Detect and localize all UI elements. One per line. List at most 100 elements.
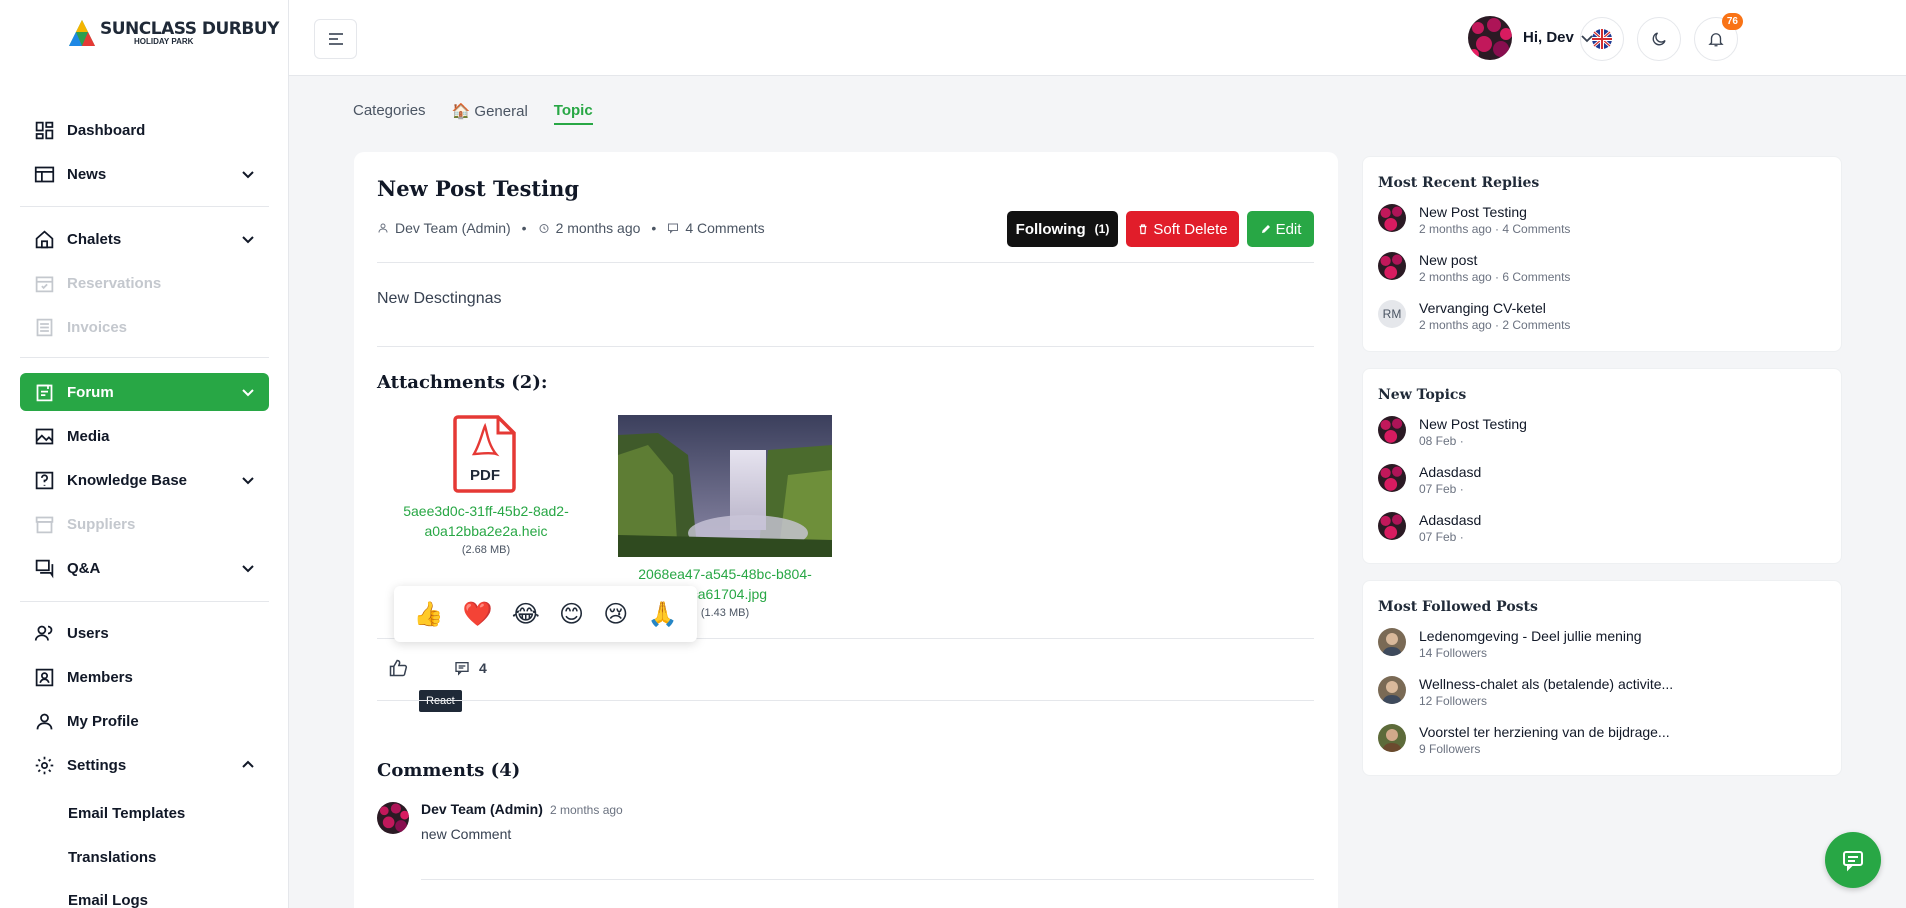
post-comments-count[interactable]: 4 Comments <box>685 220 764 236</box>
user-greeting[interactable]: Hi, Dev <box>1523 29 1574 46</box>
sidebar-item-label: Users <box>67 624 109 642</box>
pdf-file-icon[interactable]: PDF <box>452 414 518 494</box>
sidebar-item-label: Chalets <box>67 230 122 248</box>
list-item-subtitle: 2 months ago · 4 Comments <box>1419 222 1571 236</box>
sidebar-divider <box>20 357 269 358</box>
sidebar-item-knowledge-base[interactable]: Knowledge Base <box>20 461 269 499</box>
list-item-subtitle: 07 Feb · <box>1419 530 1464 544</box>
sidebar-item-media[interactable]: Media <box>20 417 269 455</box>
comment-time: 2 months ago <box>550 803 623 817</box>
edit-button[interactable]: Edit <box>1247 211 1314 247</box>
list-item-subtitle: 14 Followers <box>1419 646 1488 660</box>
chevron-up-icon <box>241 758 255 772</box>
notifications-button[interactable]: 76 <box>1694 13 1743 61</box>
sidebar-item-settings[interactable]: Settings <box>20 746 269 784</box>
list-item[interactable]: Voorstel ter herziening van de bijdrage.… <box>1378 724 1670 758</box>
chevron-down-icon <box>241 561 255 575</box>
list-item[interactable]: Adasdasd 07 Feb · <box>1378 464 1481 498</box>
sidebar-item-forum[interactable]: Forum <box>20 373 269 411</box>
list-item[interactable]: New post 2 months ago · 6 Comments <box>1378 252 1570 286</box>
following-button[interactable]: Following (1) <box>1007 211 1118 247</box>
brand-subtitle: HOLIDAY PARK <box>134 36 194 46</box>
divider <box>377 700 1314 701</box>
sidebar-item-qa[interactable]: Q&A <box>20 549 269 587</box>
post-author[interactable]: Dev Team (Admin) <box>395 220 511 236</box>
sidebar-item-label: Suppliers <box>67 515 136 533</box>
trash-icon <box>1139 224 1147 235</box>
brand-logo[interactable]: SUNCLASS DURBUY HOLIDAY PARK <box>68 18 279 48</box>
brand-name: SUNCLASS DURBUY <box>100 18 279 39</box>
comment-author[interactable]: Dev Team (Admin) <box>421 801 543 817</box>
comments-counter[interactable]: 4 <box>454 660 487 676</box>
reaction-smile[interactable]: 😊 <box>559 600 584 629</box>
thumbs-up-icon[interactable] <box>388 658 408 678</box>
avatar-image <box>377 802 409 834</box>
sidebar-item-label: Knowledge Base <box>67 471 188 489</box>
sidebar-item-reservations[interactable]: Reservations <box>20 264 269 302</box>
calendar-icon <box>33 272 55 294</box>
list-item-title: Adasdasd <box>1419 464 1482 480</box>
sidebar-item-label: Members <box>67 668 133 686</box>
sidebar-subitem-email-logs[interactable]: Email Logs <box>68 892 148 908</box>
chat-button[interactable] <box>1825 832 1881 888</box>
list-item-subtitle: 07 Feb · <box>1419 482 1464 496</box>
list-item[interactable]: New Post Testing 2 months ago · 4 Comment… <box>1378 204 1570 238</box>
list-item[interactable]: Ledenomgeving - Deel jullie mening 14 Fol… <box>1378 628 1642 662</box>
sidebar-item-label: Invoices <box>67 318 128 336</box>
avatar <box>1378 252 1406 280</box>
comments-count: 4 <box>479 660 487 676</box>
dark-mode-button[interactable] <box>1637 17 1681 61</box>
recent-replies-widget: Most Recent Replies New Post Testing 2 mo… <box>1362 156 1842 352</box>
list-item[interactable]: New Post Testing 08 Feb · <box>1378 416 1527 450</box>
avatar <box>1378 676 1406 704</box>
avatar[interactable] <box>377 802 409 834</box>
reaction-sad[interactable]: 😢 <box>603 600 628 629</box>
widget-title: Most Followed Posts <box>1378 599 1538 615</box>
sidebar: SUNCLASS DURBUY HOLIDAY PARK Dashboard N… <box>0 0 289 908</box>
divider <box>377 346 1314 347</box>
tab-categories[interactable]: Categories <box>353 102 426 125</box>
sidebar-item-suppliers[interactable]: Suppliers <box>20 505 269 543</box>
sidebar-item-dashboard[interactable]: Dashboard <box>20 111 269 149</box>
reaction-heart[interactable]: ❤️ <box>463 600 493 629</box>
sidebar-item-label: Q&A <box>67 559 101 577</box>
reaction-thumbs-up[interactable]: 👍 <box>414 600 444 629</box>
tab-topic[interactable]: Topic <box>553 102 593 125</box>
waterfall-image <box>618 415 832 557</box>
attachment-image[interactable] <box>618 415 832 557</box>
pencil-icon <box>1261 225 1270 233</box>
chat-icon <box>33 557 55 579</box>
topbar: 76 Hi, Dev <box>289 0 1906 76</box>
sidebar-subitem-translations[interactable]: Translations <box>68 849 156 866</box>
dashboard-icon <box>33 119 55 141</box>
sidebar-item-members[interactable]: Members <box>20 658 269 696</box>
post-meta: Dev Team (Admin) • 2 months ago • 4 Comm… <box>377 220 765 236</box>
attachment-name-line: a0a12bba2e2a.heic <box>424 523 548 539</box>
sidebar-item-label: News <box>67 165 107 183</box>
attachment-link[interactable]: 5aee3d0c-31ff-45b2-8ad2- a0a12bba2e2a.he… <box>354 501 618 541</box>
sidebar-item-my-profile[interactable]: My Profile <box>20 702 269 740</box>
member-icon <box>33 666 55 688</box>
chevron-down-icon[interactable] <box>1580 31 1594 45</box>
avatar[interactable] <box>1468 16 1512 60</box>
reaction-laugh[interactable]: 😂 <box>512 600 540 629</box>
reaction-pray[interactable]: 🙏 <box>648 600 678 629</box>
tab-general[interactable]: 🏠 General <box>452 102 528 125</box>
users-icon <box>33 622 55 644</box>
post-title: New Post Testing <box>377 176 580 201</box>
sidebar-item-users[interactable]: Users <box>20 614 269 652</box>
list-item[interactable]: Wellness-chalet als (betalende) activite… <box>1378 676 1673 710</box>
sidebar-item-chalets[interactable]: Chalets <box>20 220 269 258</box>
sidebar-subitem-email-templates[interactable]: Email Templates <box>68 805 185 822</box>
soft-delete-button[interactable]: Soft Delete <box>1126 211 1239 247</box>
sidebar-item-invoices[interactable]: Invoices <box>20 308 269 346</box>
sidebar-item-news[interactable]: News <box>20 155 269 193</box>
comment-text: new Comment <box>421 826 512 842</box>
sidebar-item-label: My Profile <box>67 712 139 730</box>
sidebar-divider <box>20 601 269 602</box>
widget-title: New Topics <box>1378 387 1467 403</box>
menu-toggle-button[interactable] <box>314 19 357 59</box>
react-tooltip: React <box>419 690 462 712</box>
list-item[interactable]: RM Vervanging CV-ketel 2 months ago · 2 C… <box>1378 300 1570 334</box>
list-item[interactable]: Adasdasd 07 Feb · <box>1378 512 1481 546</box>
